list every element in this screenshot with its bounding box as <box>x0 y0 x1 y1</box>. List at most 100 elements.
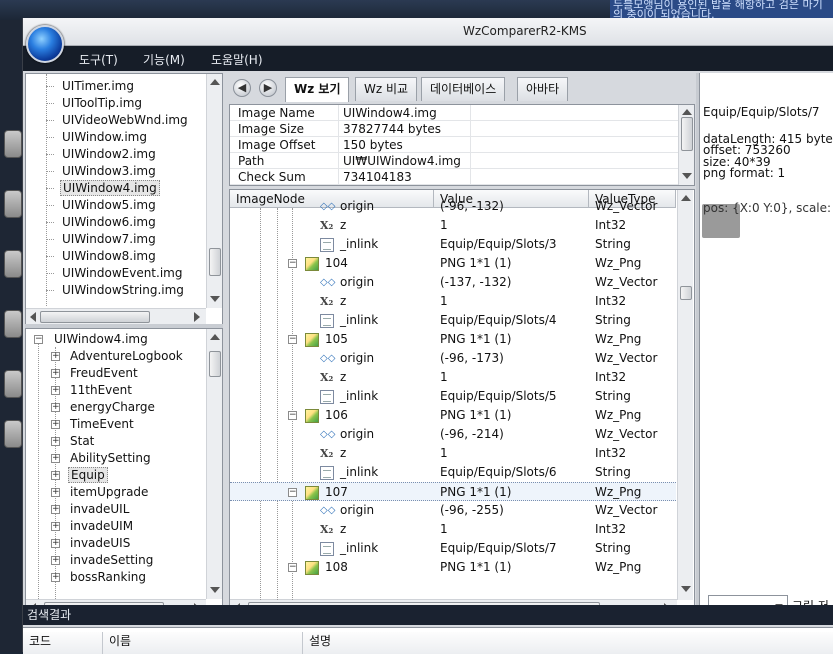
collapse-icon[interactable]: − <box>288 259 297 268</box>
grid-row[interactable]: X₂ z 1 Int32 <box>230 216 676 235</box>
node-tree-item[interactable]: invadeUIL <box>68 501 131 518</box>
info-vscroll[interactable] <box>678 105 694 185</box>
grid-row[interactable]: − 105 PNG 1*1 (1) Wz_Png <box>230 330 676 349</box>
node-tree-item[interactable]: energyCharge <box>68 399 157 416</box>
collapse-icon[interactable]: − <box>288 335 297 344</box>
grid-row[interactable]: _inlink Equip/Equip/Slots/5 String <box>230 387 676 406</box>
column-header-code[interactable]: 코드 <box>23 632 103 654</box>
grid-row[interactable]: ◇◇ origin (-96, -132) Wz_Vector <box>230 197 676 216</box>
img-tree-hscroll[interactable] <box>26 308 206 324</box>
grid-row[interactable]: _inlink Equip/Equip/Slots/7 String <box>230 539 676 558</box>
scroll-down-arrow-icon[interactable] <box>681 586 691 592</box>
expand-icon[interactable]: + <box>51 369 60 378</box>
expand-icon[interactable]: + <box>51 386 60 395</box>
menu-functions[interactable]: 기능(M) <box>139 50 189 69</box>
grid-row[interactable]: − 107 PNG 1*1 (1) Wz_Png <box>230 482 676 501</box>
grid-row[interactable]: ◇◇ origin (-137, -132) Wz_Vector <box>230 273 676 292</box>
grid-row[interactable]: ◇◇ origin (-96, -214) Wz_Vector <box>230 425 676 444</box>
expand-icon[interactable]: + <box>51 471 60 480</box>
expand-icon[interactable]: + <box>51 403 60 412</box>
scroll-up-arrow-icon[interactable] <box>210 79 220 85</box>
img-list-item[interactable]: UIWindow6.img <box>46 214 158 231</box>
node-tree-item[interactable]: TimeEvent <box>68 416 136 433</box>
node-tree-item[interactable]: invadeUIM <box>68 518 135 535</box>
node-tree-item[interactable]: AdventureLogbook <box>68 348 185 365</box>
tab-wz-view[interactable]: Wz 보기 <box>285 77 350 102</box>
img-list-item[interactable]: UITimer.img <box>46 78 136 95</box>
img-list-item[interactable]: UIWindow3.img <box>46 163 158 180</box>
node-tree-vscroll[interactable] <box>206 329 222 599</box>
grid-row[interactable]: − 106 PNG 1*1 (1) Wz_Png <box>230 406 676 425</box>
img-list-item[interactable]: UIWindowString.img <box>46 282 186 299</box>
grid-row[interactable]: X₂ z 1 Int32 <box>230 368 676 387</box>
column-header-description[interactable]: 설명 <box>303 632 833 654</box>
scroll-right-arrow-icon[interactable] <box>194 312 200 322</box>
scroll-down-arrow-icon[interactable] <box>682 173 692 179</box>
node-tree-item[interactable]: Stat <box>68 433 96 450</box>
node-tree-item[interactable]: AbilitySetting <box>68 450 153 467</box>
expand-icon[interactable]: + <box>51 522 60 531</box>
expand-icon[interactable]: + <box>51 573 60 582</box>
img-list-item[interactable]: UIToolTip.img <box>46 95 144 112</box>
scroll-thumb[interactable] <box>681 117 693 151</box>
grid-row[interactable]: X₂ z 1 Int32 <box>230 292 676 311</box>
tab-avatar[interactable]: 아바타 <box>517 77 569 101</box>
grid-row[interactable]: ◇◇ origin (-96, -255) Wz_Vector <box>230 501 676 520</box>
scroll-up-arrow-icon[interactable] <box>682 109 692 115</box>
node-tree-item[interactable]: itemUpgrade <box>68 484 150 501</box>
grid-row[interactable]: _inlink Equip/Equip/Slots/6 String <box>230 463 676 482</box>
collapse-icon[interactable]: − <box>288 488 297 497</box>
scroll-down-arrow-icon[interactable] <box>210 296 220 302</box>
img-list-item[interactable]: UIWindow4.img <box>46 180 160 197</box>
node-tree-root[interactable]: UIWindow4.img <box>52 331 150 348</box>
node-tree-item[interactable]: 11thEvent <box>68 382 134 399</box>
img-tree-vscroll[interactable] <box>206 74 222 308</box>
scroll-left-arrow-icon[interactable] <box>30 312 36 322</box>
node-tree-item[interactable]: invadeSetting <box>68 552 155 569</box>
app-menu-orb-icon[interactable] <box>26 25 64 63</box>
img-list-item[interactable]: UIWindow8.img <box>46 248 158 265</box>
img-list-item[interactable]: UIWindow2.img <box>46 146 158 163</box>
expand-icon[interactable]: + <box>51 352 60 361</box>
img-list-item[interactable]: UIWindow7.img <box>46 231 158 248</box>
collapse-icon[interactable]: − <box>34 335 43 344</box>
forward-arrow-icon[interactable]: ▶ <box>259 79 277 97</box>
back-arrow-icon[interactable]: ◀ <box>233 79 251 97</box>
menu-tools[interactable]: 도구(T) <box>75 50 122 69</box>
grid-row[interactable]: _inlink Equip/Equip/Slots/3 String <box>230 235 676 254</box>
grid-row[interactable]: _inlink Equip/Equip/Slots/4 String <box>230 311 676 330</box>
expand-icon[interactable]: + <box>51 539 60 548</box>
collapse-icon[interactable]: − <box>288 411 297 420</box>
scroll-up-arrow-icon[interactable] <box>210 334 220 340</box>
tab-wz-compare[interactable]: Wz 비교 <box>355 77 418 101</box>
menu-help[interactable]: 도움말(H) <box>207 50 267 69</box>
img-list-item[interactable]: UIWindowEvent.img <box>46 265 184 282</box>
expand-icon[interactable]: + <box>51 437 60 446</box>
node-tree-item[interactable]: bossRanking <box>68 569 148 586</box>
expand-icon[interactable]: + <box>51 505 60 514</box>
grid-vscroll[interactable] <box>677 190 693 600</box>
node-tree-item[interactable]: invadeUIS <box>68 535 132 552</box>
grid-row[interactable]: X₂ z 1 Int32 <box>230 444 676 463</box>
expand-icon[interactable]: + <box>51 454 60 463</box>
scroll-thumb[interactable] <box>209 248 221 276</box>
expand-icon[interactable]: + <box>51 488 60 497</box>
scroll-down-arrow-icon[interactable] <box>210 587 220 593</box>
grid-row[interactable]: X₂ z 1 Int32 <box>230 520 676 539</box>
tab-database[interactable]: 데이터베이스 <box>421 77 506 101</box>
img-list-item[interactable]: UIWindow5.img <box>46 197 158 214</box>
expand-icon[interactable]: + <box>51 420 60 429</box>
scroll-thumb[interactable] <box>680 286 692 300</box>
scroll-thumb[interactable] <box>40 311 150 323</box>
grid-row[interactable]: − 108 PNG 1*1 (1) Wz_Png <box>230 558 676 577</box>
collapse-icon[interactable]: − <box>288 563 297 572</box>
scroll-up-arrow-icon[interactable] <box>681 195 691 201</box>
img-list-item[interactable]: UIWindow.img <box>46 129 149 146</box>
scroll-thumb[interactable] <box>209 351 221 377</box>
node-tree-item[interactable]: FreudEvent <box>68 365 140 382</box>
expand-icon[interactable]: + <box>51 556 60 565</box>
grid-row[interactable]: ◇◇ origin (-96, -173) Wz_Vector <box>230 349 676 368</box>
grid-row[interactable]: − 104 PNG 1*1 (1) Wz_Png <box>230 254 676 273</box>
node-tree-item[interactable]: Equip <box>68 467 108 484</box>
column-header-name[interactable]: 이름 <box>103 632 303 654</box>
